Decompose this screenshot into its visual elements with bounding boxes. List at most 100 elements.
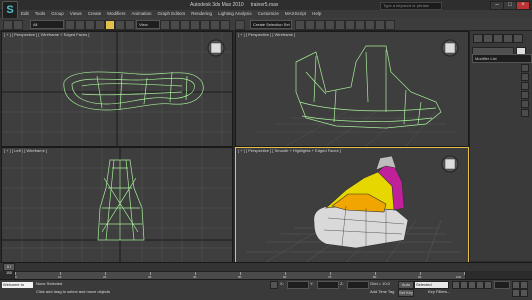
- modifier-stack-icon[interactable]: [521, 64, 529, 72]
- auto-key-button[interactable]: Auto Key: [398, 281, 414, 293]
- time-slider-knob[interactable]: 0 / 100: [3, 263, 15, 275]
- schematic-view-icon[interactable]: [345, 20, 355, 30]
- curve-editor-icon[interactable]: [335, 20, 345, 30]
- show-end-result-icon[interactable]: [521, 82, 529, 90]
- timeline-tick: [464, 272, 465, 275]
- x-coord-label: X:: [280, 281, 284, 286]
- menu-graph-editors[interactable]: Graph Editors: [155, 10, 189, 18]
- viewport-scene: [256, 39, 459, 146]
- align-icon[interactable]: [305, 20, 315, 30]
- window-title: Autodesk 3ds Max 2010 trainer5.max: [190, 2, 330, 8]
- viewport-top-right[interactable]: [ + ] [ Perspective ] [ Wireframe ]: [235, 31, 469, 147]
- menu-rendering[interactable]: Rendering: [188, 10, 215, 18]
- menu-help[interactable]: Help: [309, 10, 324, 18]
- mirror-icon[interactable]: [295, 20, 305, 30]
- viewport-top-left[interactable]: [ + ] [ Perspective ] [ Wireframe + Edge…: [1, 31, 233, 147]
- material-editor-icon[interactable]: [355, 20, 365, 30]
- go-to-end-icon[interactable]: [484, 281, 492, 289]
- keyboard-shortcut-icon[interactable]: [180, 20, 190, 30]
- viewport-bottom-right[interactable]: [ + ] [ Perspective ] [ Smooth + Highlig…: [235, 147, 469, 263]
- key-filters-button[interactable]: Key Filters...: [428, 289, 450, 294]
- modify-tab-icon[interactable]: [483, 34, 493, 43]
- select-and-rotate-icon[interactable]: [115, 20, 125, 30]
- viewport-scene: [2, 148, 232, 262]
- orbit-icon[interactable]: [520, 289, 528, 297]
- previous-frame-icon[interactable]: [460, 281, 468, 289]
- next-frame-icon[interactable]: [476, 281, 484, 289]
- menu-edit[interactable]: Edit: [18, 10, 32, 18]
- menu-group[interactable]: Group: [48, 10, 67, 18]
- app-logo-icon[interactable]: S: [2, 1, 18, 19]
- menu-create[interactable]: Create: [85, 10, 105, 18]
- x-coord-field[interactable]: [287, 281, 309, 289]
- key-mode-dropdown[interactable]: Selected: [414, 281, 449, 289]
- snaps-toggle-icon[interactable]: [190, 20, 200, 30]
- menu-modifiers[interactable]: Modifiers: [104, 10, 128, 18]
- create-tab-icon[interactable]: [473, 34, 483, 43]
- set-key-button[interactable]: Set Key: [398, 289, 414, 297]
- motion-tab-icon[interactable]: [503, 34, 513, 43]
- menu-animation[interactable]: Animation: [129, 10, 155, 18]
- play-icon[interactable]: [468, 281, 476, 289]
- grid-size: Grid = 10.0: [370, 281, 390, 286]
- pan-icon[interactable]: [512, 281, 520, 289]
- menu-customize[interactable]: Customize: [255, 10, 282, 18]
- lock-selection-icon[interactable]: [270, 281, 278, 289]
- add-time-tag[interactable]: Add Time Tag: [370, 289, 394, 294]
- viewport-bottom-left[interactable]: [ + ] [ Left ] [ Wireframe ]: [1, 147, 233, 263]
- remove-modifier-icon[interactable]: [521, 100, 529, 108]
- z-coord-field[interactable]: [347, 281, 369, 289]
- named-selection-dropdown[interactable]: Create Selection Set: [250, 20, 292, 29]
- display-tab-icon[interactable]: [513, 34, 523, 43]
- window-crossing-icon[interactable]: [95, 20, 105, 30]
- configure-modifier-sets-icon[interactable]: [521, 109, 529, 117]
- select-and-scale-icon[interactable]: [125, 20, 135, 30]
- minimize-icon[interactable]: –: [490, 1, 504, 10]
- viewport-scene: [246, 155, 461, 262]
- app-title: Autodesk 3ds Max 2010: [190, 2, 244, 8]
- close-icon[interactable]: ×: [516, 1, 530, 10]
- spinner-snap-icon[interactable]: [220, 20, 230, 30]
- pivot-center-icon[interactable]: [160, 20, 170, 30]
- angle-snap-icon[interactable]: [200, 20, 210, 30]
- selection-filter-dropdown[interactable]: All: [30, 20, 64, 29]
- select-and-move-icon[interactable]: [105, 20, 115, 30]
- time-slider[interactable]: [0, 262, 532, 271]
- percent-snap-icon[interactable]: [210, 20, 220, 30]
- render-setup-icon[interactable]: [365, 20, 375, 30]
- menu-lighting-analysis[interactable]: Lighting Analysis: [215, 10, 255, 18]
- viewport-scene: [2, 32, 232, 146]
- rectangular-selection-icon[interactable]: [85, 20, 95, 30]
- search-input[interactable]: Type a keyword or phrase: [380, 2, 442, 10]
- maximize-icon[interactable]: □: [503, 1, 517, 10]
- select-manipulate-icon[interactable]: [170, 20, 180, 30]
- pin-stack-icon[interactable]: [521, 73, 529, 81]
- menu-views[interactable]: Views: [67, 10, 85, 18]
- zoom-icon[interactable]: [512, 289, 520, 297]
- menu-maxscript[interactable]: MAXScript: [282, 10, 309, 18]
- render-production-icon[interactable]: [385, 20, 395, 30]
- go-to-start-icon[interactable]: [452, 281, 460, 289]
- select-by-name-icon[interactable]: [75, 20, 85, 30]
- reference-coordinate-dropdown[interactable]: View: [136, 20, 160, 29]
- selection-status: None Selected: [36, 281, 63, 286]
- current-frame-field[interactable]: [494, 281, 510, 289]
- prompt-line: Click and drag to select and move object…: [36, 289, 111, 294]
- undo-icon[interactable]: [3, 20, 13, 30]
- hierarchy-tab-icon[interactable]: [493, 34, 503, 43]
- rendered-frame-window-icon[interactable]: [375, 20, 385, 30]
- layer-manager-icon[interactable]: [315, 20, 325, 30]
- select-object-icon[interactable]: [65, 20, 75, 30]
- y-coord-field[interactable]: [317, 281, 339, 289]
- graphite-ribbon-icon[interactable]: [325, 20, 335, 30]
- maxscript-listener-field[interactable]: Welcome to: [2, 282, 33, 288]
- make-unique-icon[interactable]: [521, 91, 529, 99]
- file-name: trainer5.max: [250, 2, 279, 8]
- edit-named-selection-icon[interactable]: [235, 20, 245, 30]
- z-coord-label: Z:: [340, 281, 344, 286]
- y-coord-label: Y:: [310, 281, 314, 286]
- modifier-list-dropdown[interactable]: Modifier List: [472, 54, 532, 63]
- menu-tools[interactable]: Tools: [32, 10, 49, 18]
- redo-icon[interactable]: [13, 20, 23, 30]
- maximize-viewport-icon[interactable]: [520, 281, 528, 289]
